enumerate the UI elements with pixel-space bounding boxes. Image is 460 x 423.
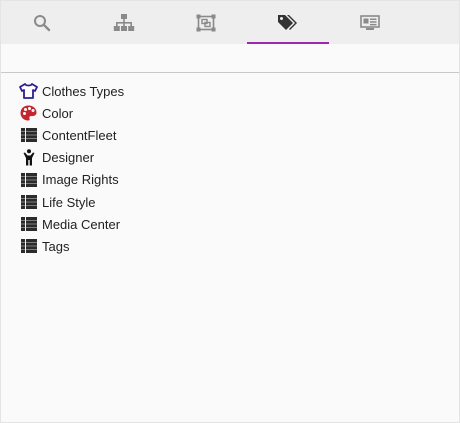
tab-details[interactable] (329, 1, 411, 44)
id-card-icon (360, 14, 380, 31)
list-item-media-center[interactable]: Media Center (19, 213, 124, 235)
list-item-life-style[interactable]: Life Style (19, 191, 124, 213)
category-list: Clothes Types Color ContentFleet Designe… (19, 80, 124, 258)
list-icon (19, 193, 38, 211)
palette-icon (19, 104, 38, 122)
tab-grouping[interactable] (165, 1, 247, 44)
list-icon (19, 171, 38, 189)
sitemap-icon (113, 13, 135, 32)
search-icon (33, 14, 51, 32)
list-icon (19, 215, 38, 233)
list-item-label: ContentFleet (42, 127, 117, 143)
list-item-contentfleet[interactable]: ContentFleet (19, 124, 124, 146)
object-group-icon (196, 14, 216, 32)
list-item-designer[interactable]: Designer (19, 147, 124, 169)
list-item-label: Media Center (42, 216, 121, 232)
list-item-clothes-types[interactable]: Clothes Types (19, 80, 124, 102)
toolbar-area (1, 44, 459, 73)
list-item-label: Color (42, 105, 74, 121)
tags-icon (277, 14, 299, 32)
tab-bar (1, 1, 459, 44)
list-item-label: Image Rights (42, 172, 119, 188)
tab-hierarchy[interactable] (83, 1, 165, 44)
list-icon (19, 237, 38, 255)
tag-browser-panel: Clothes Types Color ContentFleet Designe… (0, 0, 460, 423)
list-item-label: Designer (42, 150, 95, 166)
list-item-label: Life Style (42, 194, 96, 210)
list-item-label: Tags (42, 238, 70, 254)
list-item-tags[interactable]: Tags (19, 235, 124, 257)
tab-search[interactable] (1, 1, 83, 44)
list-item-color[interactable]: Color (19, 102, 124, 124)
shirt-icon (19, 82, 38, 100)
list-item-label: Clothes Types (42, 83, 125, 99)
list-icon (19, 126, 38, 144)
person-icon (19, 149, 38, 167)
tab-tags[interactable] (247, 1, 329, 44)
list-item-image-rights[interactable]: Image Rights (19, 169, 124, 191)
